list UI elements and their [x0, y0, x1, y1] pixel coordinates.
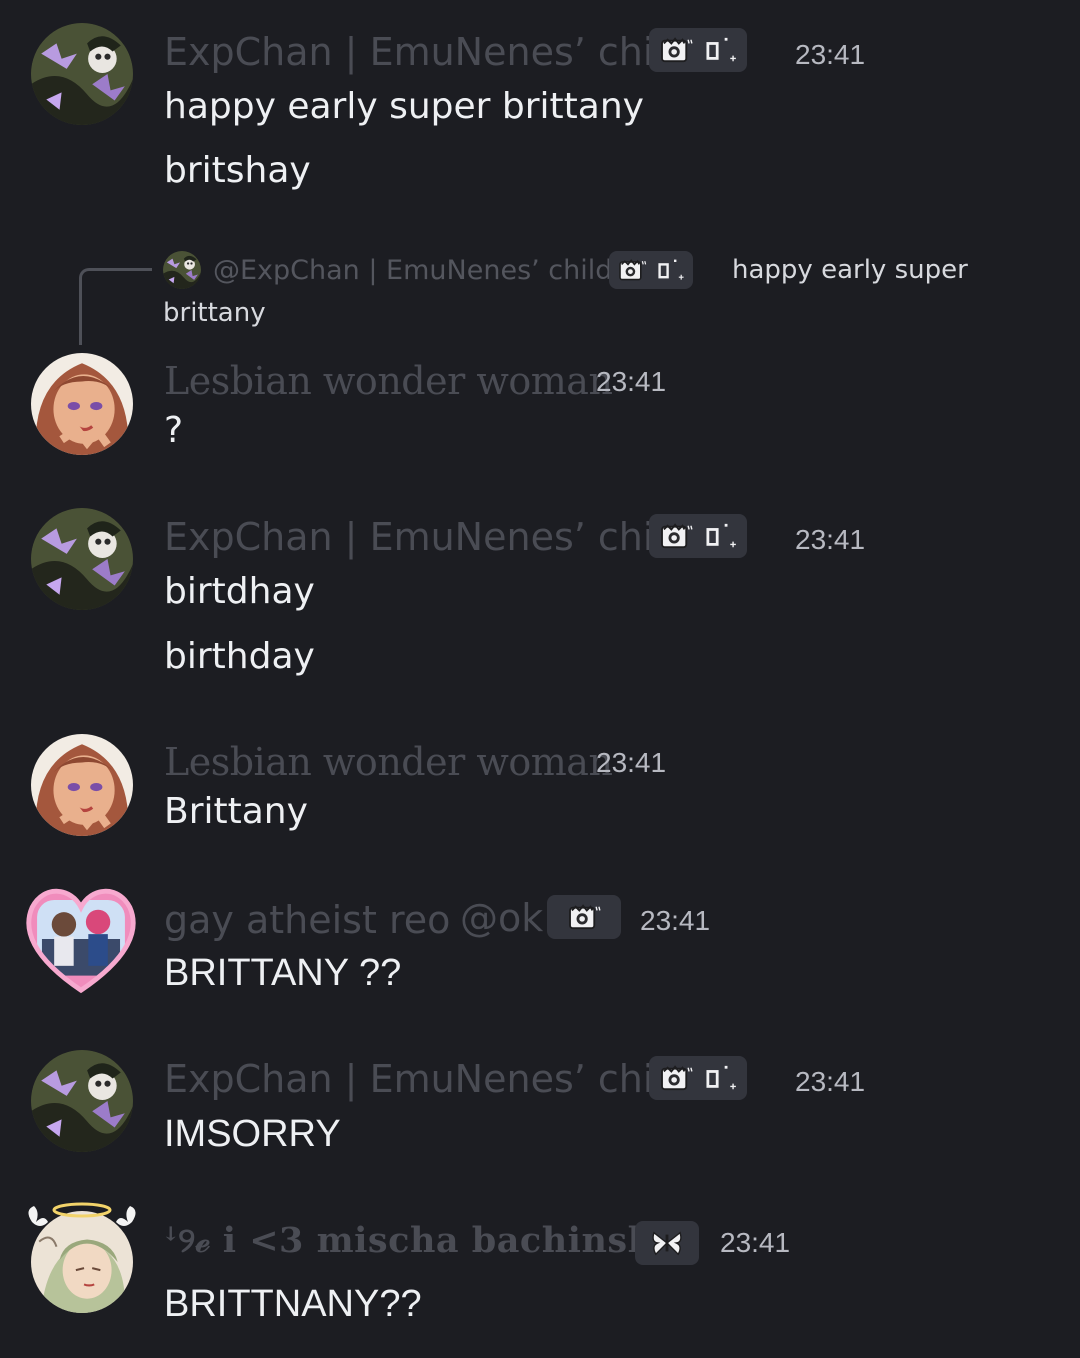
box-badge-icon [703, 522, 737, 550]
avatar-image [31, 1050, 133, 1152]
message-text: birtdhay [164, 571, 315, 612]
timestamp: 23:41 [596, 366, 667, 397]
message-text: happy early super brittany [164, 86, 644, 127]
role-badges[interactable] [649, 28, 747, 72]
crown-badge-icon [659, 522, 693, 550]
reply-mention[interactable]: @ExpChan | EmuNenes’ child [213, 257, 612, 284]
message-text: BRITTANY ?? [164, 952, 402, 994]
author-name[interactable]: ExpChan | EmuNenes’ child [164, 518, 688, 556]
avatar-expchan[interactable] [31, 1050, 133, 1152]
author-name[interactable]: ExpChan | EmuNenes’ child [164, 33, 688, 71]
author-name[interactable]: gay atheist reo [164, 901, 450, 939]
reply-snippet-continued[interactable]: brittany [163, 300, 266, 326]
message-text: BRITTNANY?? [164, 1283, 422, 1325]
box-badge-icon [703, 1064, 737, 1092]
reply-snippet[interactable]: happy early super [732, 257, 968, 283]
avatar-expchan[interactable] [31, 508, 133, 610]
timestamp: 23:41 [795, 524, 866, 555]
message-text: britshay [164, 150, 311, 191]
message-text: ? [164, 410, 184, 451]
crown-badge-icon [557, 903, 611, 931]
avatar-image [163, 251, 201, 289]
message-text: birthday [164, 636, 315, 677]
box-badge-icon [655, 258, 685, 282]
crown-badge-icon [617, 258, 647, 282]
avatar-lesbian-wonder-woman[interactable] [31, 734, 133, 836]
role-badges[interactable] [649, 1056, 747, 1100]
crown-badge-icon [659, 36, 693, 64]
crown-badge-icon [659, 1064, 693, 1092]
avatar-image [31, 508, 133, 610]
author-name[interactable]: Lesbian wonder woman [164, 743, 613, 781]
avatar-gay-atheist-reo[interactable] [20, 878, 142, 1000]
role-badges[interactable] [635, 1221, 699, 1265]
avatar-image [31, 734, 133, 836]
avatar-lesbian-wonder-woman[interactable] [31, 353, 133, 455]
reply-avatar[interactable] [163, 251, 201, 289]
timestamp: 23:41 [596, 747, 667, 778]
timestamp: 23:41 [720, 1227, 791, 1258]
timestamp: 23:41 [640, 905, 711, 936]
message-text: IMSORRY [164, 1113, 341, 1155]
avatar-image [31, 23, 133, 125]
avatar-image [31, 353, 133, 455]
reply-role-badges [609, 251, 693, 289]
reply-connector [79, 268, 152, 345]
timestamp: 23:41 [795, 1066, 866, 1097]
message-text: Brittany [164, 791, 308, 832]
butterfly-badge-icon [645, 1229, 689, 1257]
role-badges[interactable] [649, 514, 747, 558]
timestamp: 23:41 [795, 39, 866, 70]
author-name[interactable]: Lesbian wonder woman [164, 362, 613, 400]
avatar-expchan[interactable] [31, 23, 133, 125]
role-badges[interactable] [547, 895, 621, 939]
halo-decoration [28, 1202, 136, 1226]
author-name[interactable]: ꜜ୨ℯ i <3 mischa bachinski [164, 1223, 666, 1258]
box-badge-icon [703, 36, 737, 64]
author-name[interactable]: ExpChan | EmuNenes’ child [164, 1060, 688, 1098]
author-tag: @ok [460, 896, 544, 940]
